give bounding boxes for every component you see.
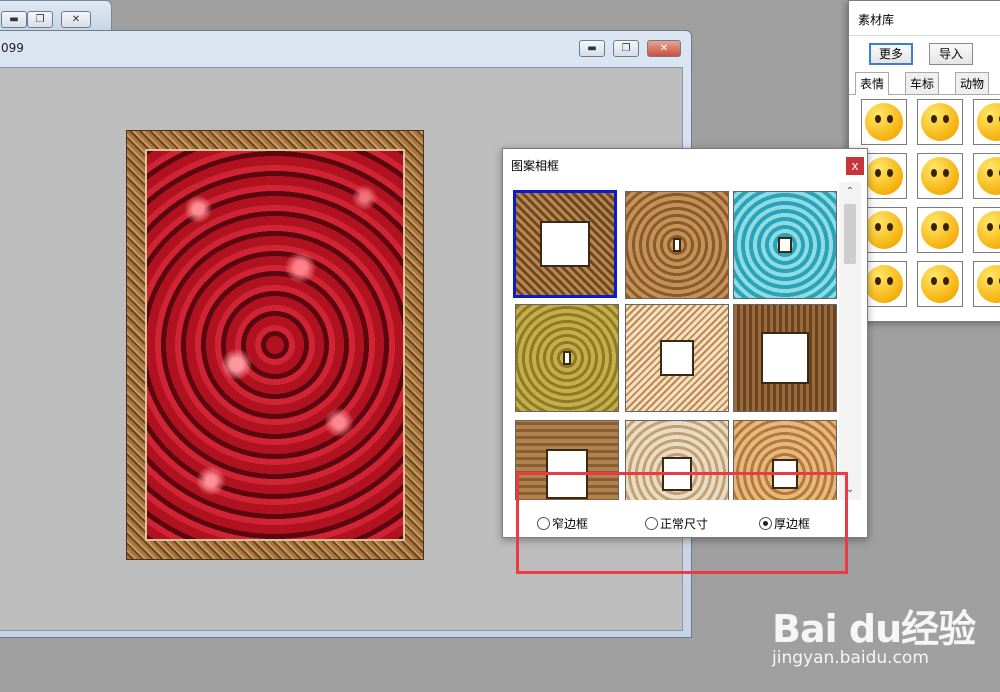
- face-icon: [921, 265, 959, 303]
- close-button[interactable]: x: [846, 157, 864, 175]
- tab-animals[interactable]: 动物: [955, 72, 990, 94]
- face-icon: [921, 211, 959, 249]
- frame-option[interactable]: [625, 304, 729, 412]
- watermark-url: jingyan.baidu.com: [772, 648, 929, 668]
- frame-option[interactable]: [733, 191, 837, 299]
- frame-option[interactable]: [513, 190, 617, 298]
- emoji-item[interactable]: [917, 261, 963, 307]
- face-icon: [977, 211, 1000, 249]
- tab-car-logos[interactable]: 车标: [905, 72, 940, 94]
- frame-option[interactable]: [733, 304, 837, 412]
- emoji-item[interactable]: [917, 153, 963, 199]
- face-icon: [977, 103, 1000, 141]
- face-icon: [865, 211, 903, 249]
- minimize-button[interactable]: ▬: [1, 11, 27, 28]
- emoji-item[interactable]: [973, 261, 1000, 307]
- divider: [849, 35, 1000, 36]
- face-icon: [865, 103, 903, 141]
- close-button[interactable]: ✕: [61, 11, 91, 28]
- annotation-highlight-box: [516, 472, 848, 574]
- frame-option[interactable]: [515, 304, 619, 412]
- face-icon: [865, 157, 903, 195]
- close-button[interactable]: ✕: [647, 40, 681, 57]
- emoji-item[interactable]: [917, 207, 963, 253]
- material-library-panel: 素材库 更多 导入 表情 车标 动物: [848, 0, 1000, 322]
- scroll-thumb[interactable]: [844, 204, 856, 264]
- pomegranate-photo: [145, 149, 405, 541]
- baidu-jingyan-logo: Bai du经验: [772, 607, 976, 651]
- scroll-up-icon[interactable]: ⌃: [839, 184, 861, 200]
- background-window-titlebar: ▬ ❐ ✕: [0, 0, 112, 34]
- watermark: Bai du经验 jingyan.baidu.com: [772, 588, 996, 674]
- minimize-button[interactable]: ▬: [579, 40, 605, 57]
- tab-emoticons[interactable]: 表情: [855, 72, 890, 95]
- face-icon: [865, 265, 903, 303]
- emoji-item[interactable]: [973, 207, 1000, 253]
- frame-grid: [503, 182, 839, 500]
- restore-button[interactable]: ❐: [27, 11, 53, 28]
- dialog-title: 图案相框: [511, 159, 560, 173]
- emoji-item[interactable]: [973, 153, 1000, 199]
- more-button[interactable]: 更多: [869, 43, 913, 65]
- framed-photo[interactable]: [126, 130, 424, 560]
- face-icon: [977, 265, 1000, 303]
- frame-option[interactable]: [625, 191, 729, 299]
- emoji-item[interactable]: [973, 99, 1000, 145]
- face-icon: [921, 103, 959, 141]
- emoji-item[interactable]: [917, 99, 963, 145]
- import-button[interactable]: 导入: [929, 43, 973, 65]
- face-icon: [977, 157, 1000, 195]
- face-icon: [921, 157, 959, 195]
- scrollbar[interactable]: ⌃ ⌄: [839, 182, 861, 500]
- panel-title: 素材库: [858, 13, 895, 27]
- maximize-button[interactable]: ❐: [613, 40, 639, 57]
- emoji-item[interactable]: [861, 99, 907, 145]
- window-title: 099: [1, 41, 24, 55]
